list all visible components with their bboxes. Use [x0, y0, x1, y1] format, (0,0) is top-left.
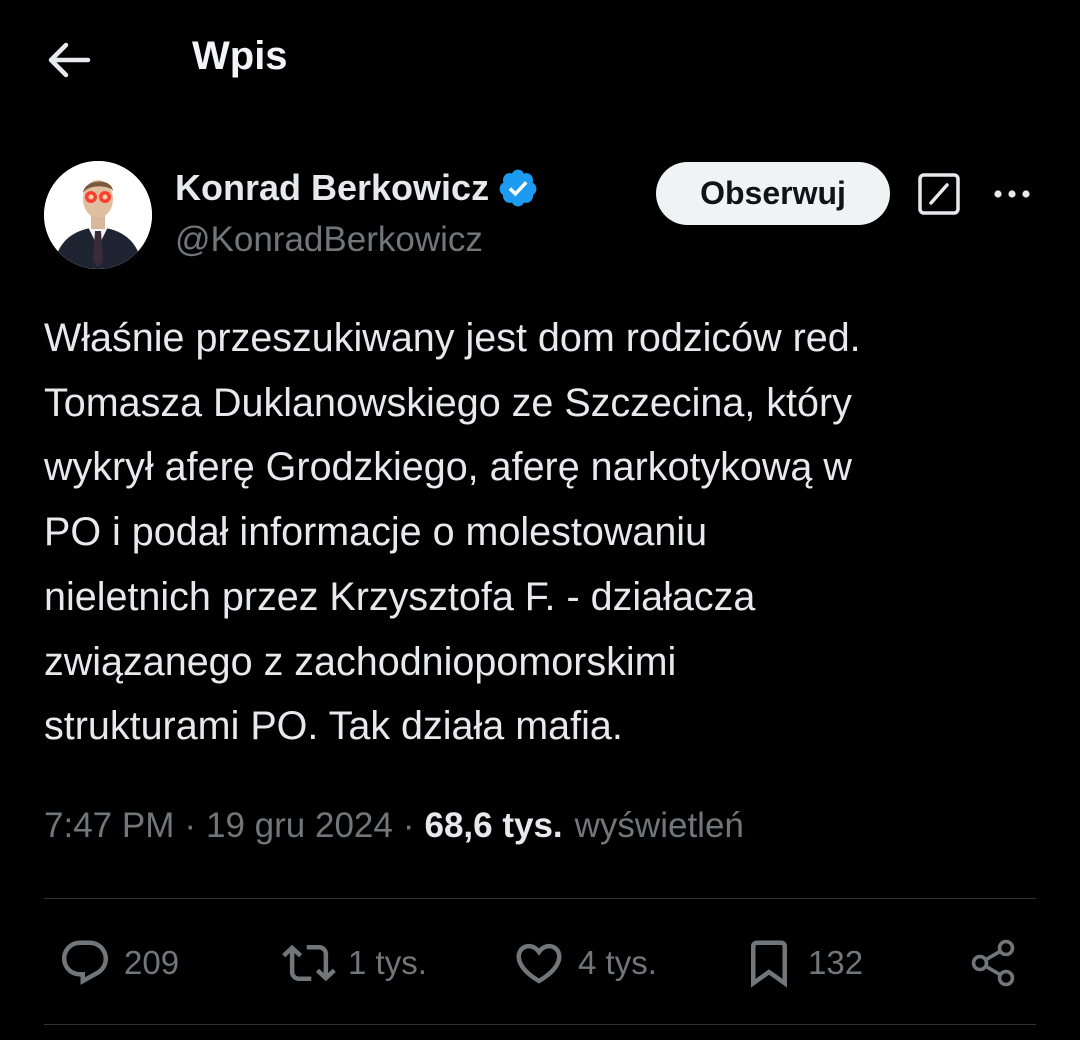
author-handle[interactable]: @KonradBerkowicz — [175, 220, 483, 260]
bookmark-button[interactable]: 132 — [742, 934, 863, 992]
like-count: 4 tys. — [578, 944, 657, 981]
more-options-button[interactable] — [990, 180, 1034, 208]
author-name[interactable]: Konrad Berkowicz — [175, 167, 489, 209]
heart-icon — [516, 943, 562, 984]
grok-button[interactable] — [917, 172, 961, 216]
reply-button[interactable]: 209 — [58, 934, 179, 992]
avatar[interactable] — [44, 161, 152, 269]
divider — [44, 1024, 1036, 1025]
views-count[interactable]: 68,6 tys. — [425, 806, 563, 846]
bookmark-icon — [751, 940, 787, 988]
retweet-count: 1 tys. — [348, 944, 427, 981]
grok-icon — [918, 173, 960, 215]
page-title: Wpis — [192, 34, 288, 78]
verified-badge-icon — [497, 167, 539, 209]
back-button[interactable] — [44, 36, 96, 84]
more-horizontal-icon — [994, 190, 1030, 198]
reply-count: 209 — [124, 944, 180, 981]
like-button[interactable]: 4 tys. — [512, 934, 657, 992]
top-bar: Wpis — [0, 0, 1080, 120]
share-icon — [971, 939, 1015, 987]
tweet-date[interactable]: 19 gru 2024 — [206, 806, 393, 846]
meta-separator: · — [402, 806, 415, 845]
tweet-time[interactable]: 7:47 PM — [44, 806, 174, 846]
views-label[interactable]: wyświetleń — [575, 806, 744, 846]
retweet-icon — [282, 944, 336, 982]
tweet-text: Właśnie przeszukiwany jest dom rodziców … — [44, 316, 861, 749]
post-page: Wpis Konrad Berkowicz @KonradBerkowicz O… — [0, 0, 1080, 1040]
author-name-row[interactable]: Konrad Berkowicz — [175, 166, 539, 210]
follow-button[interactable]: Obserwuj — [656, 162, 890, 225]
tweet-meta: 7:47 PM · 19 gru 2024 · 68,6 tys. wyświe… — [44, 802, 744, 850]
retweet-button[interactable]: 1 tys. — [282, 934, 427, 992]
meta-separator: · — [184, 806, 197, 845]
share-button[interactable] — [966, 934, 1020, 992]
arrow-left-icon — [48, 42, 91, 78]
reply-icon — [61, 940, 109, 985]
bookmark-count: 132 — [808, 944, 864, 981]
divider — [44, 898, 1036, 899]
